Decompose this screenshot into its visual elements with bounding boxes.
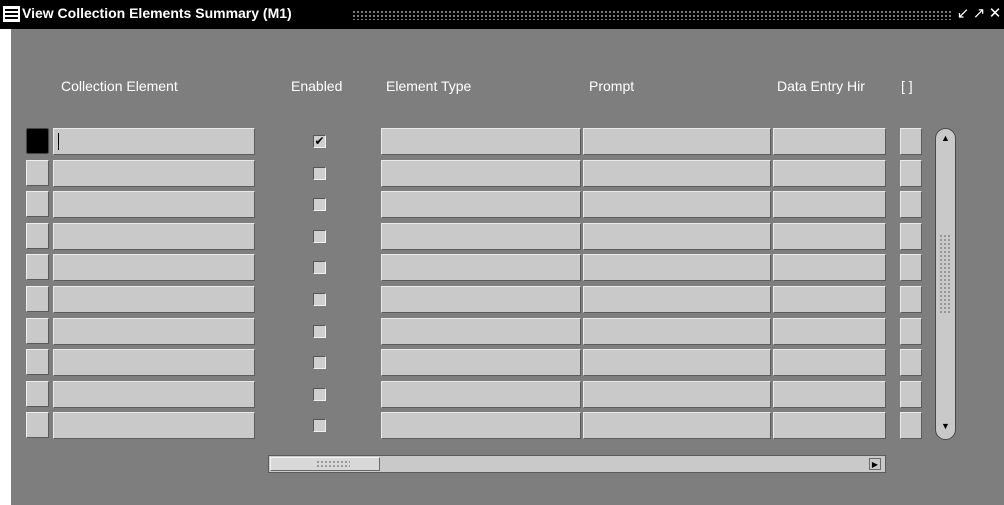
vertical-scroll-thumb[interactable] xyxy=(939,234,952,314)
column-header-data-entry-hint: Data Entry Hir xyxy=(777,78,865,94)
row-selector[interactable] xyxy=(26,128,49,154)
collection-element-field[interactable] xyxy=(53,286,255,313)
descriptive-flexfield[interactable] xyxy=(900,349,922,376)
collection-element-field[interactable] xyxy=(53,191,255,218)
data-entry-hint-field[interactable] xyxy=(773,254,886,281)
row-selector[interactable] xyxy=(26,191,49,217)
enabled-checkbox[interactable] xyxy=(313,356,326,369)
collection-element-field[interactable] xyxy=(53,254,255,281)
horizontal-scroll-grip xyxy=(316,460,350,468)
prompt-field[interactable] xyxy=(583,349,771,376)
data-entry-hint-field[interactable] xyxy=(773,381,886,408)
row-selector[interactable] xyxy=(26,160,49,186)
descriptive-flexfield[interactable] xyxy=(900,254,922,281)
prompt-field[interactable] xyxy=(583,160,771,187)
prompt-field[interactable] xyxy=(583,254,771,281)
data-entry-hint-field[interactable] xyxy=(773,286,886,313)
enabled-checkbox[interactable]: ✔ xyxy=(313,135,326,148)
collection-element-field[interactable] xyxy=(53,223,255,250)
descriptive-flexfield[interactable] xyxy=(900,223,922,250)
data-entry-hint-field[interactable] xyxy=(773,128,886,155)
column-header-descriptive-flexfield: [ ] xyxy=(901,78,913,94)
descriptive-flexfield[interactable] xyxy=(900,412,922,439)
descriptive-flexfield[interactable] xyxy=(900,160,922,187)
window-title: View Collection Elements Summary (M1) xyxy=(22,5,292,21)
row-selector[interactable] xyxy=(26,381,49,407)
row-selector[interactable] xyxy=(26,223,49,249)
scroll-right-icon[interactable]: ▶ xyxy=(869,458,881,470)
maximize-icon[interactable]: ↗ xyxy=(971,5,987,23)
enabled-checkbox[interactable] xyxy=(313,419,326,432)
element-type-field[interactable] xyxy=(381,286,581,313)
scroll-up-icon[interactable]: ▲ xyxy=(939,132,952,144)
title-bar-pattern xyxy=(352,10,952,20)
collection-element-field[interactable] xyxy=(53,318,255,345)
row-selector[interactable] xyxy=(26,318,49,344)
element-type-field[interactable] xyxy=(381,349,581,376)
minimize-icon[interactable]: ↙ xyxy=(955,5,971,23)
enabled-checkbox[interactable] xyxy=(313,167,326,180)
collection-element-field[interactable] xyxy=(53,349,255,376)
element-type-field[interactable] xyxy=(381,191,581,218)
column-header-element-type: Element Type xyxy=(386,78,472,94)
column-header-enabled: Enabled xyxy=(291,78,343,94)
element-type-field[interactable] xyxy=(381,412,581,439)
enabled-checkbox[interactable] xyxy=(313,293,326,306)
element-type-field[interactable] xyxy=(381,128,581,155)
element-type-field[interactable] xyxy=(381,160,581,187)
prompt-field[interactable] xyxy=(583,223,771,250)
data-entry-hint-field[interactable] xyxy=(773,191,886,218)
column-header-collection-element: Collection Element xyxy=(61,78,178,94)
collection-element-field[interactable] xyxy=(53,381,255,408)
row-selector[interactable] xyxy=(26,412,49,438)
data-entry-hint-field[interactable] xyxy=(773,318,886,345)
title-bar[interactable]: View Collection Elements Summary (M1) ↙ … xyxy=(0,0,1004,29)
column-header-prompt: Prompt xyxy=(589,78,635,94)
descriptive-flexfield[interactable] xyxy=(900,381,922,408)
data-entry-hint-field[interactable] xyxy=(773,160,886,187)
prompt-field[interactable] xyxy=(583,191,771,218)
oracle-app-icon xyxy=(3,6,20,22)
data-entry-hint-field[interactable] xyxy=(773,223,886,250)
collection-element-field[interactable] xyxy=(53,128,255,155)
enabled-checkbox[interactable] xyxy=(313,261,326,274)
prompt-field[interactable] xyxy=(583,381,771,408)
data-entry-hint-field[interactable] xyxy=(773,412,886,439)
enabled-checkbox[interactable] xyxy=(313,198,326,211)
scroll-down-icon[interactable]: ▼ xyxy=(939,420,952,432)
element-type-field[interactable] xyxy=(381,381,581,408)
prompt-field[interactable] xyxy=(583,412,771,439)
element-type-field[interactable] xyxy=(381,223,581,250)
descriptive-flexfield[interactable] xyxy=(900,128,922,155)
prompt-field[interactable] xyxy=(583,318,771,345)
collection-element-field[interactable] xyxy=(53,412,255,439)
descriptive-flexfield[interactable] xyxy=(900,191,922,218)
descriptive-flexfield[interactable] xyxy=(900,318,922,345)
element-type-field[interactable] xyxy=(381,254,581,281)
form-window: View Collection Elements Summary (M1) ↙ … xyxy=(0,0,1004,505)
enabled-checkbox[interactable] xyxy=(313,230,326,243)
enabled-checkbox[interactable] xyxy=(313,388,326,401)
data-entry-hint-field[interactable] xyxy=(773,349,886,376)
descriptive-flexfield[interactable] xyxy=(900,286,922,313)
enabled-checkbox[interactable] xyxy=(313,325,326,338)
element-type-field[interactable] xyxy=(381,318,581,345)
prompt-field[interactable] xyxy=(583,128,771,155)
prompt-field[interactable] xyxy=(583,286,771,313)
row-selector[interactable] xyxy=(26,254,49,280)
collection-element-field[interactable] xyxy=(53,160,255,187)
row-selector[interactable] xyxy=(26,349,49,375)
close-icon[interactable]: ✕ xyxy=(987,5,1003,23)
row-selector[interactable] xyxy=(26,286,49,312)
